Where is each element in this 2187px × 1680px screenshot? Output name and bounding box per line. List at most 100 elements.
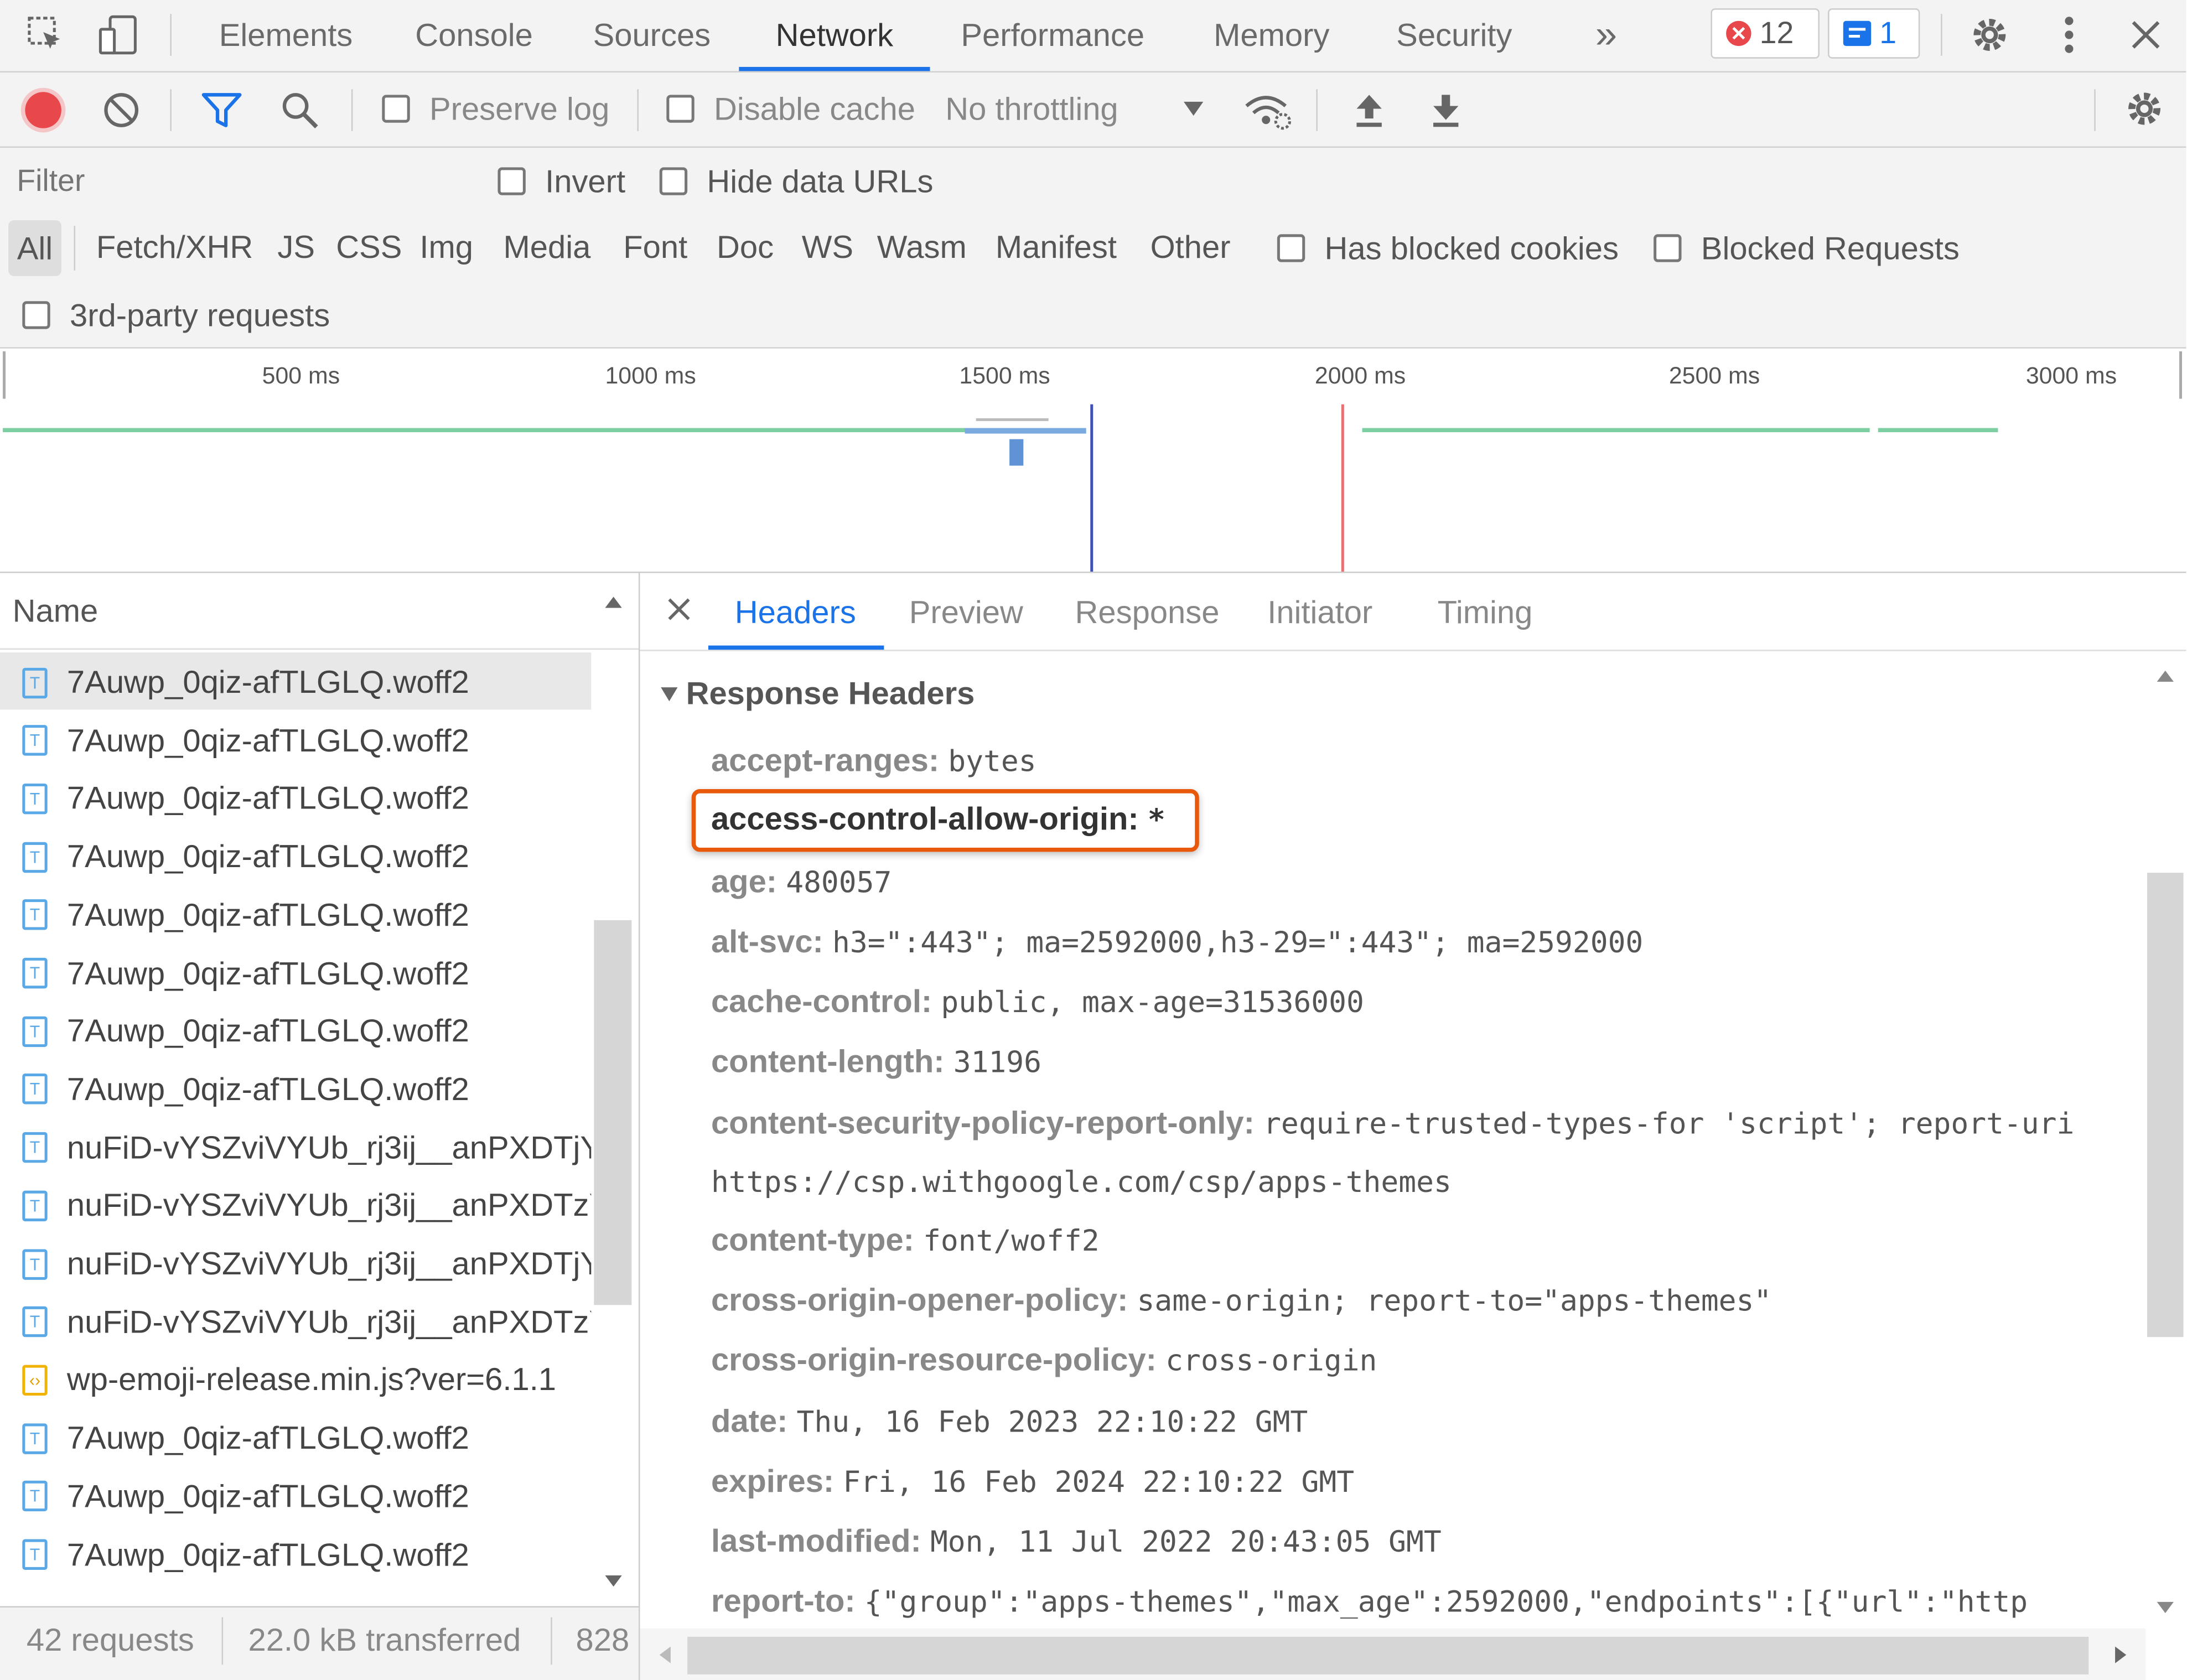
header-row[interactable]: last-modified: Mon, 11 Jul 2022 20:43:05… bbox=[711, 1522, 1442, 1560]
tab-console[interactable]: Console bbox=[397, 0, 551, 70]
tab-elements[interactable]: Elements bbox=[195, 0, 377, 70]
request-row[interactable]: T 7Auwp_0qiz-afTLGLQ.woff2 bbox=[0, 1003, 591, 1060]
filter-type-doc[interactable]: Doc bbox=[717, 215, 774, 279]
request-list-scrollbar-thumb[interactable] bbox=[594, 920, 632, 1305]
filter-type-css[interactable]: CSS bbox=[336, 215, 402, 279]
header-row[interactable]: content-type: font/woff2 bbox=[711, 1221, 1100, 1259]
horizontal-scrollbar-thumb[interactable] bbox=[687, 1636, 2089, 1674]
request-row[interactable]: T 7Auwp_0qiz-afTLGLQ.woff2 bbox=[0, 654, 591, 711]
request-row[interactable]: ‹› wp-emoji-release.min.js?ver=6.1.1 bbox=[0, 1351, 591, 1408]
invert-label[interactable]: Invert bbox=[545, 163, 625, 201]
filter-type-js[interactable]: JS bbox=[277, 215, 315, 279]
request-row[interactable]: T 7Auwp_0qiz-afTLGLQ.woff2 bbox=[0, 770, 591, 827]
inspect-element-icon[interactable] bbox=[25, 14, 67, 56]
throttling-dropdown-icon[interactable] bbox=[1177, 92, 1210, 125]
has-blocked-cookies-label[interactable]: Has blocked cookies bbox=[1325, 230, 1619, 268]
has-blocked-cookies-checkbox[interactable] bbox=[1277, 234, 1305, 262]
tab-initiator[interactable]: Initiator bbox=[1267, 576, 1372, 649]
search-icon[interactable] bbox=[276, 86, 324, 134]
header-row[interactable]: access-control-allow-origin: * bbox=[711, 800, 1165, 838]
tab-security[interactable]: Security bbox=[1377, 0, 1531, 70]
settings-gear-icon[interactable] bbox=[1966, 11, 2013, 59]
filter-type-img[interactable]: Img bbox=[419, 215, 473, 279]
sort-ascending-icon[interactable] bbox=[599, 588, 627, 616]
detail-scroll-up-icon[interactable] bbox=[2152, 663, 2179, 688]
preserve-log-checkbox[interactable] bbox=[382, 95, 410, 123]
filter-type-all[interactable]: All bbox=[8, 220, 61, 276]
filter-type-font[interactable]: Font bbox=[623, 215, 687, 279]
tab-performance[interactable]: Performance bbox=[948, 0, 1157, 70]
network-conditions-icon[interactable] bbox=[1241, 86, 1294, 134]
request-row[interactable]: T 7Auwp_0qiz-afTLGLQ.woff2 bbox=[0, 945, 591, 1002]
header-row[interactable]: date: Thu, 16 Feb 2023 22:10:22 GMT bbox=[711, 1403, 1308, 1440]
tab-response[interactable]: Response bbox=[1075, 576, 1220, 649]
header-row[interactable]: age: 480057 bbox=[711, 863, 892, 901]
header-row[interactable]: cross-origin-opener-policy: same-origin;… bbox=[711, 1281, 1771, 1319]
filter-type-fetch-xhr[interactable]: Fetch/XHR bbox=[96, 215, 253, 279]
tab-memory[interactable]: Memory bbox=[1188, 0, 1355, 70]
header-row[interactable]: expires: Fri, 16 Feb 2024 22:10:22 GMT bbox=[711, 1463, 1354, 1500]
tab-preview[interactable]: Preview bbox=[909, 576, 1023, 649]
throttling-select[interactable]: No throttling bbox=[945, 91, 1118, 128]
third-party-checkbox[interactable] bbox=[22, 301, 50, 329]
hide-data-urls-checkbox[interactable] bbox=[659, 167, 688, 195]
hide-data-urls-label[interactable]: Hide data URLs bbox=[707, 163, 933, 201]
errors-badge[interactable]: ✕ 12 bbox=[1711, 8, 1820, 59]
header-row[interactable]: cache-control: public, max-age=31536000 bbox=[711, 983, 1364, 1020]
tab-timing[interactable]: Timing bbox=[1438, 576, 1533, 649]
filter-icon[interactable] bbox=[198, 86, 246, 134]
network-settings-gear-icon[interactable] bbox=[2119, 84, 2170, 134]
filter-type-other[interactable]: Other bbox=[1150, 215, 1231, 279]
close-detail-icon[interactable] bbox=[661, 591, 697, 628]
third-party-label[interactable]: 3rd-party requests bbox=[70, 297, 330, 335]
disable-cache-label[interactable]: Disable cache bbox=[714, 91, 915, 128]
device-toolbar-icon[interactable] bbox=[95, 11, 142, 59]
timeline-handle-right[interactable] bbox=[2179, 351, 2183, 399]
scroll-left-icon[interactable] bbox=[652, 1642, 677, 1667]
header-row[interactable]: content-security-policy-report-only: req… bbox=[711, 1104, 2074, 1142]
request-row[interactable]: TnuFiD-vYSZviVYUb_rj3ij__anPXDTjYgF bbox=[0, 1235, 591, 1292]
header-row[interactable]: report-to: {"group":"apps-themes","max_a… bbox=[711, 1583, 2028, 1620]
filter-input[interactable] bbox=[8, 156, 485, 206]
detail-scrollbar-thumb[interactable] bbox=[2147, 873, 2184, 1337]
request-row[interactable]: T 7Auwp_0qiz-afTLGLQ.woff2 bbox=[0, 1061, 591, 1118]
messages-badge[interactable]: 1 bbox=[1828, 8, 1920, 59]
header-row[interactable]: alt-svc: h3=":443"; ma=2592000,h3-29=":4… bbox=[711, 923, 1643, 961]
filter-type-ws[interactable]: WS bbox=[802, 215, 853, 279]
request-row[interactable]: TnuFiD-vYSZviVYUb_rj3ij__anPXDTzYgF bbox=[0, 1177, 591, 1234]
filter-type-manifest[interactable]: Manifest bbox=[996, 215, 1117, 279]
request-row[interactable]: T 7Auwp_0qiz-afTLGLQ.woff2 bbox=[0, 828, 591, 885]
tab-headers[interactable]: Headers bbox=[708, 576, 884, 650]
timeline-handle-left[interactable] bbox=[3, 351, 6, 399]
preserve-log-label[interactable]: Preserve log bbox=[429, 91, 609, 128]
tab-sources[interactable]: Sources bbox=[572, 0, 732, 70]
header-row[interactable]: cross-origin-resource-policy: cross-orig… bbox=[711, 1341, 1377, 1379]
scroll-right-icon[interactable] bbox=[2108, 1642, 2133, 1667]
request-row[interactable]: T 7Auwp_0qiz-afTLGLQ.woff2 bbox=[0, 886, 591, 943]
request-row[interactable]: T 7Auwp_0qiz-afTLGLQ.woff2 bbox=[0, 712, 591, 769]
export-har-icon[interactable] bbox=[1423, 86, 1468, 134]
scroll-down-icon[interactable] bbox=[599, 1567, 627, 1595]
import-har-icon[interactable] bbox=[1347, 86, 1392, 134]
clear-icon[interactable] bbox=[97, 86, 145, 134]
tab-network[interactable]: Network bbox=[739, 0, 930, 71]
request-row[interactable]: T 7Auwp_0qiz-afTLGLQ.woff2 bbox=[0, 1409, 591, 1466]
more-tabs-icon[interactable]: » bbox=[1578, 0, 1634, 70]
response-headers-title[interactable]: Response Headers bbox=[686, 675, 975, 712]
request-row[interactable]: T 7Auwp_0qiz-afTLGLQ.woff2 bbox=[0, 1526, 591, 1583]
collapse-triangle-icon[interactable] bbox=[655, 681, 683, 708]
more-options-icon[interactable] bbox=[2050, 11, 2089, 59]
header-continuation[interactable]: https://csp.withgoogle.com/csp/apps-them… bbox=[711, 1163, 1452, 1200]
invert-checkbox[interactable] bbox=[497, 167, 526, 195]
filter-type-wasm[interactable]: Wasm bbox=[877, 215, 967, 279]
header-row[interactable]: content-length: 31196 bbox=[711, 1043, 1041, 1081]
close-devtools-icon[interactable] bbox=[2122, 11, 2170, 59]
filter-type-media[interactable]: Media bbox=[504, 215, 591, 279]
request-row[interactable]: T 7Auwp_0qiz-afTLGLQ.woff2 bbox=[0, 1468, 591, 1525]
header-row[interactable]: accept-ranges: bytes bbox=[711, 742, 1037, 779]
blocked-requests-label[interactable]: Blocked Requests bbox=[1701, 230, 1960, 268]
record-icon[interactable] bbox=[19, 86, 67, 134]
detail-scroll-down-icon[interactable] bbox=[2152, 1595, 2179, 1620]
blocked-requests-checkbox[interactable] bbox=[1654, 234, 1682, 262]
name-column-header[interactable]: Name bbox=[13, 593, 99, 630]
